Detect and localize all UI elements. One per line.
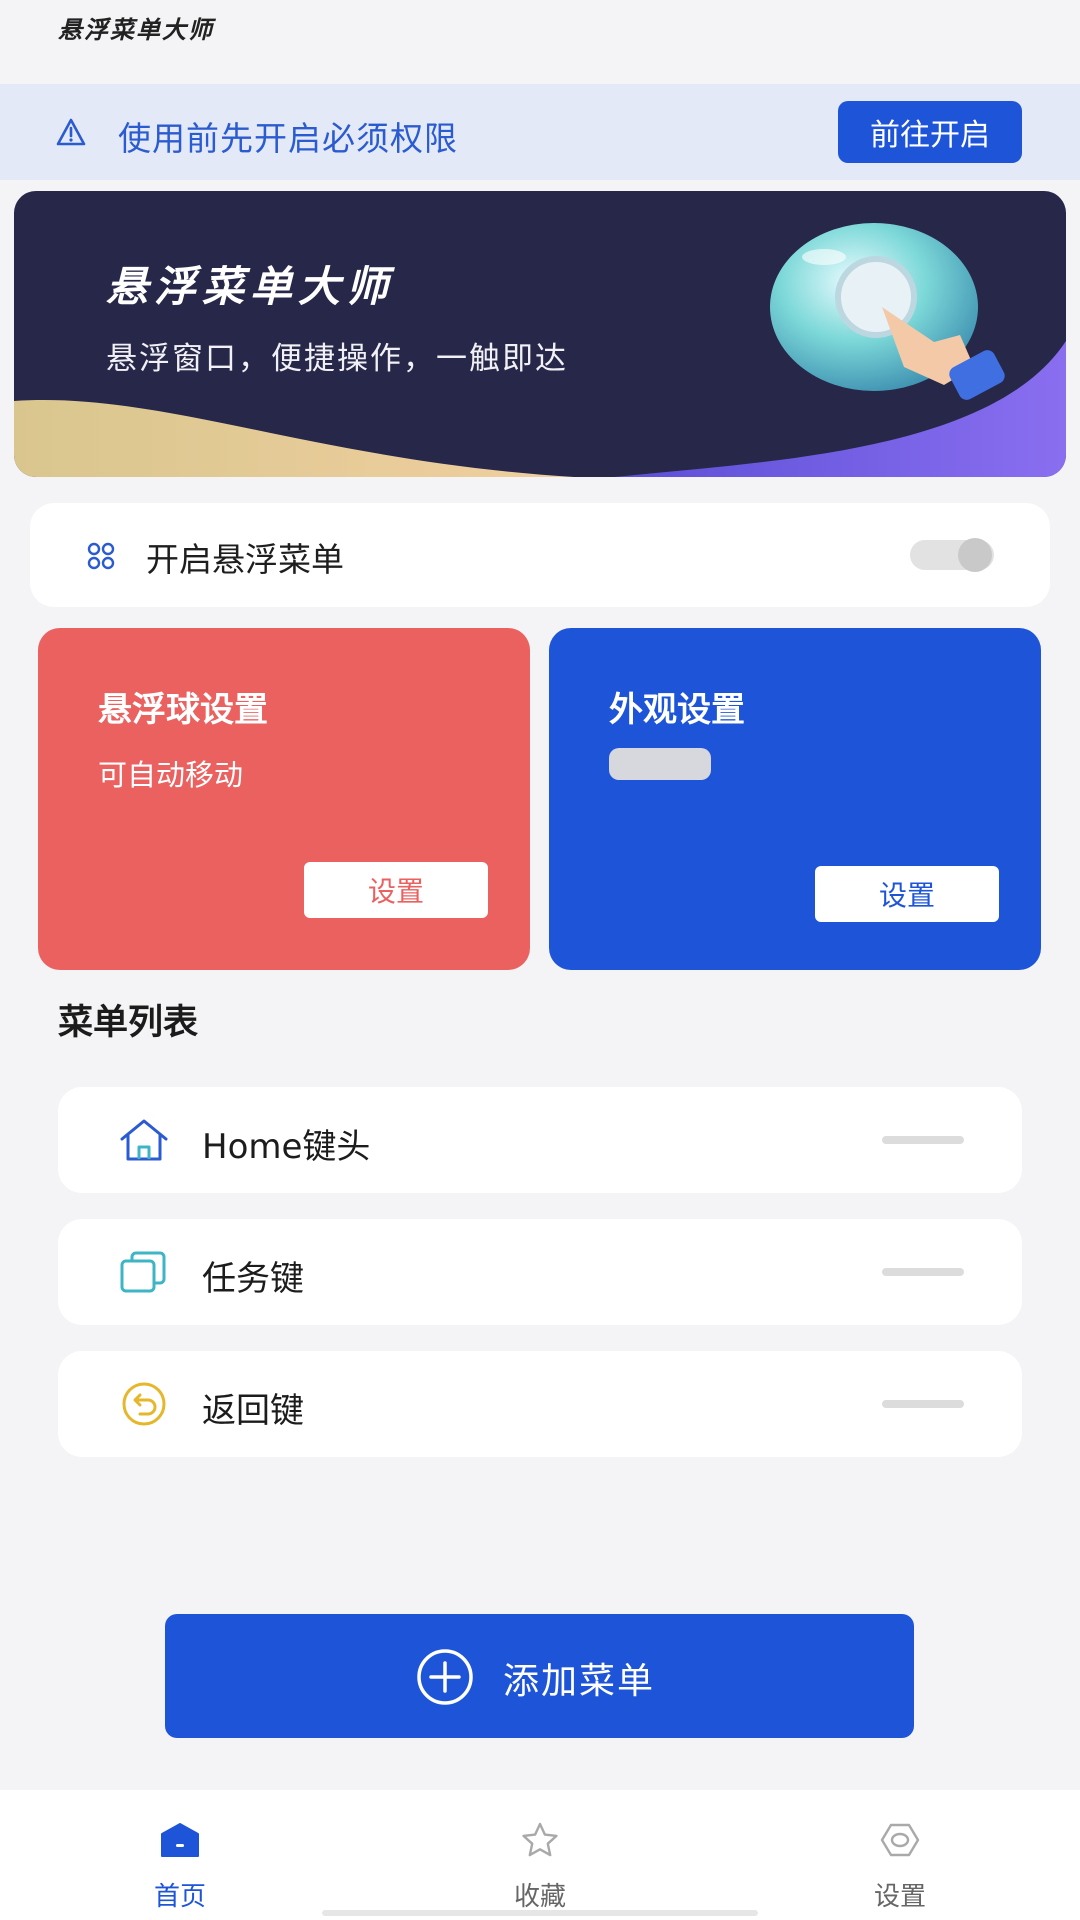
tab-label: 首页 <box>153 1882 206 1912</box>
back-icon <box>122 1382 166 1426</box>
warning-icon <box>56 118 86 146</box>
add-menu-label: 添加菜单 <box>503 1661 656 1702</box>
home-icon <box>120 1119 168 1161</box>
list-item[interactable]: 任务键 <box>58 1219 1022 1325</box>
appearance-preview-pill <box>609 748 711 780</box>
banner-title: 悬浮菜单大师 <box>106 262 395 311</box>
list-item-label: 返回键 <box>202 1391 304 1431</box>
card-title: 悬浮球设置 <box>98 690 268 730</box>
float-ball-settings-card: 悬浮球设置 可自动移动 设置 <box>38 628 530 970</box>
floating-menu-switch[interactable] <box>910 538 994 572</box>
card-subtitle: 可自动移动 <box>98 758 244 792</box>
toggle-label: 开启悬浮菜单 <box>146 540 344 579</box>
settings-icon <box>880 1823 920 1857</box>
recent-tasks-icon <box>120 1251 166 1293</box>
star-icon <box>522 1822 558 1857</box>
enable-permission-button[interactable]: 前往开启 <box>838 101 1022 163</box>
tab-label: 收藏 <box>513 1882 566 1912</box>
plus-circle-icon <box>417 1649 473 1705</box>
floating-menu-toggle-row[interactable]: 开启悬浮菜单 <box>30 503 1050 607</box>
touch-bubble-illustration <box>770 223 1005 400</box>
home-indicator <box>322 1910 758 1916</box>
app-title: 悬浮菜单大师 <box>58 16 214 44</box>
tab-favorites[interactable]: 收藏 <box>440 1790 640 1920</box>
float-ball-settings-button[interactable]: 设置 <box>304 862 488 918</box>
menu-list-title: 菜单列表 <box>58 1003 199 1043</box>
appearance-settings-button[interactable]: 设置 <box>815 866 999 922</box>
list-item[interactable]: Home键头 <box>58 1087 1022 1193</box>
bottom-tab-bar: 首页 收藏 设置 <box>0 1790 1080 1920</box>
permission-bar: 使用前先开启必须权限 前往开启 <box>0 84 1080 180</box>
drag-handle[interactable] <box>882 1136 964 1144</box>
appearance-settings-card: 外观设置 设置 <box>549 628 1041 970</box>
tab-settings[interactable]: 设置 <box>800 1790 1000 1920</box>
card-title: 外观设置 <box>609 690 745 730</box>
list-item-label: Home键头 <box>202 1127 371 1167</box>
list-item-label: 任务键 <box>202 1259 304 1299</box>
tab-home[interactable]: 首页 <box>80 1790 280 1920</box>
banner-subtitle: 悬浮窗口，便捷操作，一触即达 <box>106 341 568 377</box>
add-menu-button[interactable]: 添加菜单 <box>165 1614 914 1738</box>
tab-label: 设置 <box>873 1882 926 1912</box>
drag-handle[interactable] <box>882 1400 964 1408</box>
home-tab-icon <box>161 1823 199 1857</box>
drag-handle[interactable] <box>882 1268 964 1276</box>
hero-banner: 悬浮菜单大师 悬浮窗口，便捷操作，一触即达 <box>14 191 1066 477</box>
permission-text: 使用前先开启必须权限 <box>118 119 458 158</box>
switch-knob <box>958 538 992 572</box>
command-icon <box>87 542 115 570</box>
list-item[interactable]: 返回键 <box>58 1351 1022 1457</box>
